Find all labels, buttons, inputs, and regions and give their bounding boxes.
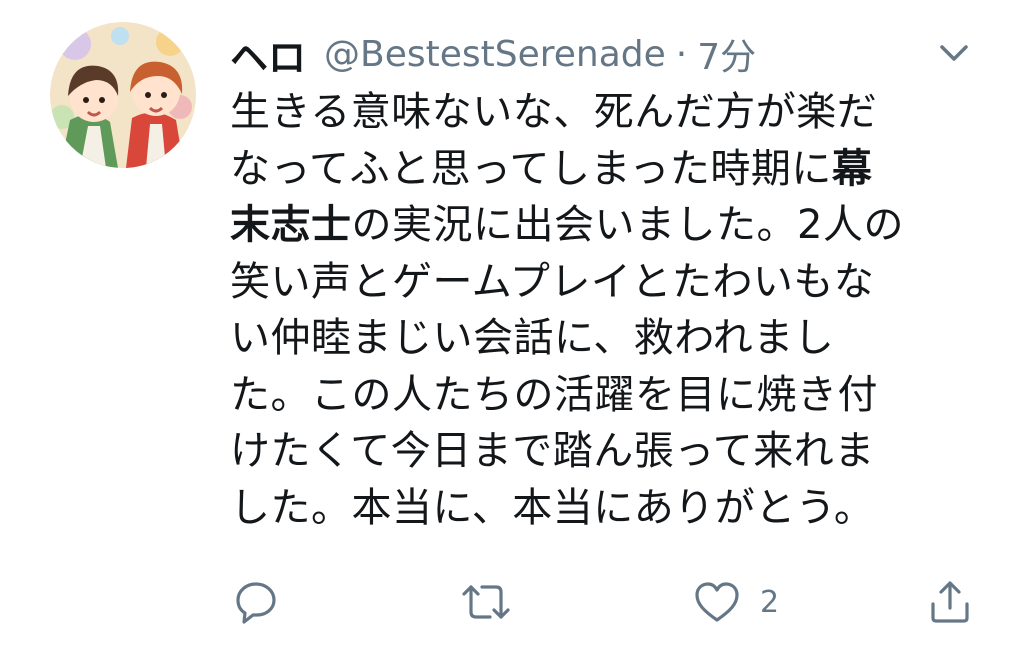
retweet-button[interactable] (458, 578, 514, 626)
reply-button[interactable] (232, 578, 280, 626)
hashtag-bold-text: 幕 (831, 145, 873, 192)
tweet-text-line: した。本当に、本当にありがとう。 (230, 484, 875, 531)
hashtag-bold-text: 末志士 (230, 202, 352, 248)
like-count: 2 (760, 584, 780, 620)
timestamp[interactable]: 7分 (697, 28, 756, 80)
chevron-down-icon[interactable] (932, 36, 976, 70)
retweet-icon (458, 578, 514, 626)
tweet-text-line: 生きる意味ないな、死んだ方が楽だ (230, 89, 878, 135)
share-button[interactable] (926, 578, 974, 626)
separator-dot: · (675, 33, 688, 75)
tweet-text-line: けたくて今日まで踏ん張って来れま (230, 428, 875, 474)
user-handle[interactable]: @BestestSerenade (324, 34, 666, 75)
share-icon (926, 578, 974, 626)
tweet-text-line: なってふと思ってしまった時期に幕 (230, 145, 873, 192)
tweet[interactable]: ヘロ @BestestSerenade · 7分 生きる意味ないな、死んだ方が楽… (0, 0, 1024, 652)
display-name[interactable]: ヘロ (230, 27, 306, 82)
reply-icon (232, 578, 280, 626)
like-button[interactable]: 2 (692, 578, 779, 626)
tweet-text-line: 笑い声とゲームプレイとたわいもな (230, 258, 875, 305)
tweet-text-line: い仲睦まじい会話に、救われまし (230, 315, 835, 361)
heart-icon (692, 578, 742, 626)
tweet-text-line: た。この人たちの活躍を目に焼き付 (230, 371, 878, 418)
avatar[interactable] (50, 22, 196, 168)
tweet-text-line: 末志士の実況に出会いました。2人の (230, 202, 904, 248)
tweet-text: 生きる意味ないな、死んだ方が楽だ なってふと思ってしまった時期に幕 末志士の実況… (230, 84, 970, 536)
tweet-header: ヘロ @BestestSerenade · 7分 (230, 26, 756, 82)
tweet-actions: 2 (0, 570, 1024, 640)
